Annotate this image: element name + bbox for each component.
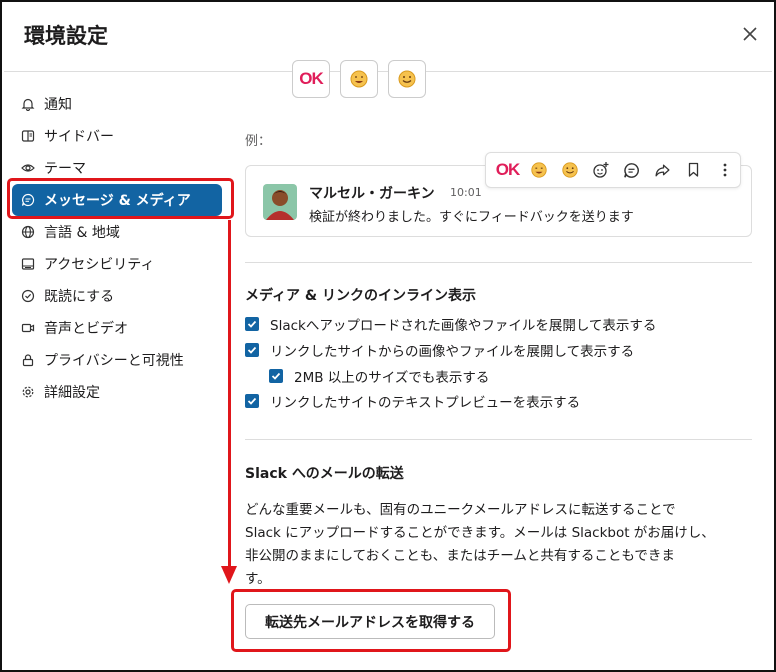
gear-icon (20, 384, 36, 400)
sidebar-item-accessibility[interactable]: アクセシビリティ (12, 248, 222, 280)
annotation-arrow-head (221, 566, 237, 584)
option-label: 2MB 以上のサイズでも表示する (294, 370, 490, 386)
add-reaction-icon (592, 162, 608, 178)
section-divider (245, 439, 752, 440)
sidebar-item-label: サイドバー (44, 129, 114, 145)
description-line: Slack にアップロードすることができます。メールは Slackbot がお届… (245, 525, 715, 541)
check-circle-icon (20, 288, 36, 304)
share-icon (655, 164, 670, 176)
react-crying-button[interactable] (523, 155, 554, 185)
share-button[interactable] (647, 155, 678, 185)
reply-in-thread-button[interactable] (616, 155, 647, 185)
checkbox-text-preview[interactable] (245, 394, 259, 408)
sidebar-item-label: 既読にする (44, 289, 115, 305)
checkbox-show-over-2mb[interactable] (269, 369, 283, 383)
crying-face-icon (350, 70, 368, 88)
emoji-option-crying[interactable] (340, 60, 378, 98)
crying-face-icon (530, 162, 547, 178)
sidebar-item-label: テーマ (44, 161, 86, 177)
example-label: 例： (245, 134, 272, 149)
message-hover-toolbar: OK (485, 152, 741, 188)
avatar (263, 184, 297, 220)
sidebar: 通知 サイドバー テーマ メッセージ & メディア 言語 & 地域 アクセシビリ… (12, 88, 222, 408)
option-expand-uploads: Slackへアップロードされた画像やファイルを展開して表示する (245, 314, 656, 334)
more-vertical-icon (723, 163, 726, 177)
eye-icon (20, 160, 36, 176)
more-actions-button[interactable] (709, 155, 740, 185)
sidebar-item-label: 通知 (44, 97, 72, 113)
sidebar-item-privacy[interactable]: プライバシーと可視性 (12, 344, 222, 376)
sidebar-item-label: プライバシーと可視性 (44, 353, 184, 369)
option-label: リンクしたサイトからの画像やファイルを展開して表示する (270, 344, 635, 360)
sidebar-item-label: 詳細設定 (44, 385, 100, 401)
close-button[interactable] (736, 20, 764, 48)
preferences-dialog: 環境設定 通知 サイドバー テーマ メッセージ & メディア 言語 & 地域 ア… (0, 0, 776, 672)
email-forward-title: Slack へのメールの転送 (245, 466, 404, 482)
sidebar-item-language-region[interactable]: 言語 & 地域 (12, 216, 222, 248)
globe-icon (20, 224, 36, 240)
emoji-option-smile[interactable] (388, 60, 426, 98)
checkmark-icon (247, 346, 257, 354)
sidebar-item-sidebar[interactable]: サイドバー (12, 120, 222, 152)
sidebar-item-label: 言語 & 地域 (44, 225, 120, 241)
checkmark-icon (271, 372, 281, 380)
video-icon (20, 320, 36, 336)
option-expand-linked-files: リンクしたサイトからの画像やファイルを展開して表示する (245, 340, 634, 360)
message-author: マルセル・ガーキン (309, 186, 435, 202)
dialog-title: 環境設定 (24, 24, 108, 48)
smile-face-icon (561, 162, 578, 178)
thread-icon (624, 162, 639, 178)
react-ok-button[interactable]: OK (492, 155, 523, 185)
checkbox-expand-linked-files[interactable] (245, 343, 259, 357)
sidebar-icon (20, 128, 36, 144)
close-icon (743, 27, 757, 41)
description-line: どんな重要メールも、固有のユニークメールアドレスに転送することで (245, 502, 676, 518)
email-forward-description: どんな重要メールも、固有のユニークメールアドレスに転送することで Slack に… (245, 499, 745, 591)
option-label: Slackへアップロードされた画像やファイルを展開して表示する (270, 318, 657, 334)
lock-icon (20, 352, 36, 368)
message-text: 検証が終わりました。すぐにフィードバックを送ります (309, 210, 634, 225)
annotation-arrow (228, 220, 231, 570)
sidebar-item-label: アクセシビリティ (44, 257, 155, 273)
react-smile-button[interactable] (554, 155, 585, 185)
bookmark-icon (688, 162, 699, 177)
emoji-style-options: OK (292, 60, 426, 98)
keyboard-icon (20, 256, 36, 272)
message-time: 10:01 (450, 186, 482, 199)
sidebar-item-label: 音声とビデオ (44, 321, 128, 337)
description-line: す。 (245, 571, 271, 587)
sidebar-item-mark-as-read[interactable]: 既読にする (12, 280, 222, 312)
checkmark-icon (247, 397, 257, 405)
option-show-over-2mb: 2MB 以上のサイズでも表示する (269, 366, 489, 386)
option-text-preview: リンクしたサイトのテキストプレビューを表示する (245, 391, 580, 411)
sidebar-item-notifications[interactable]: 通知 (12, 88, 222, 120)
checkbox-expand-uploads[interactable] (245, 317, 259, 331)
bell-icon (20, 96, 36, 112)
smile-face-icon (398, 70, 416, 88)
sidebar-item-audio-video[interactable]: 音声とビデオ (12, 312, 222, 344)
emoji-option-ok[interactable]: OK (292, 60, 330, 98)
save-bookmark-button[interactable] (678, 155, 709, 185)
highlight-box-sidebar (7, 178, 234, 219)
checkmark-icon (247, 320, 257, 328)
description-line: 非公開のままにしておくことも、またはチームと共有することもできま (245, 548, 675, 564)
option-label: リンクしたサイトのテキストプレビューを表示する (270, 395, 581, 411)
highlight-box-button (231, 589, 511, 652)
sidebar-item-advanced[interactable]: 詳細設定 (12, 376, 222, 408)
ok-emoji-icon: OK (299, 69, 323, 88)
ok-emoji-icon: OK (495, 160, 520, 179)
inline-media-title: メディア & リンクのインライン表示 (245, 288, 476, 304)
section-divider (245, 262, 752, 263)
add-reaction-button[interactable] (585, 155, 616, 185)
